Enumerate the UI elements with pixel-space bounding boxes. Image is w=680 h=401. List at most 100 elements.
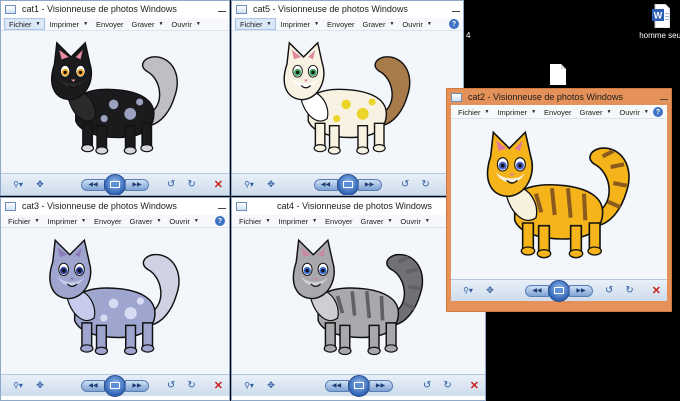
chevron-down-icon: ▼ (426, 21, 432, 27)
next-button[interactable]: ▶▶ (357, 178, 382, 191)
rotate-left-icon[interactable]: ↺ (423, 380, 431, 391)
menu-graver[interactable]: Graver ▼ (576, 106, 616, 118)
title-bar[interactable]: cat5 - Visionneuse de photos Windows (232, 1, 463, 17)
window-title: cat5 - Visionneuse de photos Windows (253, 4, 408, 14)
actual-size-icon[interactable]: ✥ (264, 178, 278, 192)
zoom-button[interactable]: ⚲▾ (7, 178, 29, 192)
previous-button[interactable]: ◀◀ (525, 284, 549, 297)
rotate-right-icon[interactable]: ↻ (421, 179, 429, 190)
help-icon[interactable]: ? (653, 107, 663, 117)
rotate-left-icon[interactable]: ↺ (401, 179, 409, 190)
menu-graver[interactable]: Graver ▼ (359, 18, 399, 30)
zoom-button[interactable]: ⚲▾ (238, 379, 260, 393)
next-button[interactable]: ▶▶ (125, 379, 149, 392)
menu-graver[interactable]: Graver ▼ (128, 18, 168, 30)
menu-imprimer[interactable]: Imprimer ▼ (274, 215, 321, 227)
desktop-stray-text: 4 (466, 31, 471, 40)
menu-imprimer[interactable]: Imprimer ▼ (276, 18, 323, 30)
help-icon[interactable]: ? (215, 216, 225, 226)
menu-fichier[interactable]: Fichier ▼ (4, 18, 46, 30)
minimize-button[interactable] (452, 11, 460, 12)
previous-button[interactable]: ◀◀ (324, 379, 349, 392)
previous-button[interactable]: ◀◀ (81, 379, 105, 392)
minimize-button[interactable] (218, 208, 226, 209)
viewer-toolbar: ⚲▾ ✥ ◀◀ ▶▶ ↺ ↻ ✕ (232, 374, 485, 397)
menu-ouvrir[interactable]: Ouvrir ▼ (167, 18, 204, 30)
rotate-right-icon[interactable]: ↻ (443, 380, 451, 391)
chevron-down-icon: ▼ (83, 21, 89, 27)
help-icon[interactable]: ? (449, 19, 459, 29)
photo-viewer-icon (451, 92, 462, 102)
menu-fichier[interactable]: Fichier ▼ (235, 18, 277, 30)
next-button[interactable]: ▶▶ (569, 284, 593, 297)
minimize-button[interactable] (218, 11, 226, 12)
chevron-down-icon: ▼ (195, 21, 201, 27)
next-button[interactable]: ▶▶ (125, 178, 149, 191)
rotate-right-icon[interactable]: ↻ (187, 380, 195, 391)
zoom-button[interactable]: ⚲▾ (7, 379, 29, 393)
title-bar[interactable]: cat3 - Visionneuse de photos Windows (1, 198, 229, 214)
actual-size-icon[interactable]: ✥ (33, 178, 47, 192)
chevron-down-icon: ▼ (484, 109, 490, 115)
slideshow-button[interactable] (336, 173, 359, 195)
slideshow-button[interactable] (548, 279, 570, 302)
photo-viewer-icon (236, 201, 247, 211)
menu-graver[interactable]: Graver ▼ (126, 215, 166, 227)
actual-size-icon[interactable]: ✥ (483, 284, 497, 298)
slideshow-button[interactable] (347, 374, 370, 397)
menu-graver[interactable]: Graver ▼ (357, 215, 397, 227)
window-cat3[interactable]: cat3 - Visionneuse de photos Windows Fic… (0, 197, 230, 401)
chevron-down-icon: ▼ (193, 218, 199, 224)
rotate-left-icon[interactable]: ↺ (167, 380, 175, 391)
menu-imprimer[interactable]: Imprimer ▼ (43, 215, 90, 227)
slideshow-button[interactable] (104, 173, 126, 195)
delete-icon[interactable]: ✕ (470, 379, 479, 392)
chevron-down-icon: ▼ (265, 218, 271, 224)
rotate-right-icon[interactable]: ↻ (187, 179, 195, 190)
menu-ouvrir[interactable]: Ouvrir ▼ (398, 18, 435, 30)
delete-icon[interactable]: ✕ (214, 379, 223, 392)
title-bar[interactable]: cat1 - Visionneuse de photos Windows (1, 1, 229, 17)
cat-illustration (49, 238, 180, 356)
menu-envoyer[interactable]: Envoyer (90, 215, 126, 227)
menu-ouvrir[interactable]: Ouvrir ▼ (615, 106, 652, 118)
menu-imprimer[interactable]: Imprimer ▼ (45, 18, 92, 30)
menu-imprimer[interactable]: Imprimer ▼ (493, 106, 540, 118)
photo-viewer-icon (236, 4, 247, 14)
chevron-down-icon: ▼ (35, 21, 41, 27)
zoom-button[interactable]: ⚲▾ (457, 284, 479, 298)
menu-fichier[interactable]: Fichier ▼ (235, 215, 274, 227)
menu-fichier[interactable]: Fichier ▼ (4, 215, 43, 227)
photo-viewer-icon (5, 4, 16, 14)
menu-envoyer[interactable]: Envoyer (323, 18, 359, 30)
menu-envoyer[interactable]: Envoyer (92, 18, 128, 30)
window-cat1[interactable]: cat1 - Visionneuse de photos Windows Fic… (0, 0, 230, 196)
menu-ouvrir[interactable]: Ouvrir ▼ (165, 215, 202, 227)
title-bar[interactable]: cat2 - Visionneuse de photos Windows (447, 89, 671, 105)
next-button[interactable]: ▶▶ (368, 379, 393, 392)
window-cat5[interactable]: cat5 - Visionneuse de photos Windows Fic… (231, 0, 464, 196)
svg-text:W: W (654, 11, 663, 21)
rotate-left-icon[interactable]: ↺ (167, 179, 175, 190)
actual-size-icon[interactable]: ✥ (264, 379, 278, 393)
delete-icon[interactable]: ✕ (652, 284, 661, 297)
menu-envoyer[interactable]: Envoyer (540, 106, 576, 118)
menu-envoyer[interactable]: Envoyer (321, 215, 357, 227)
previous-button[interactable]: ◀◀ (313, 178, 338, 191)
window-cat2[interactable]: cat2 - Visionneuse de photos Windows Fic… (446, 88, 672, 312)
minimize-button[interactable] (660, 99, 668, 100)
previous-button[interactable]: ◀◀ (81, 178, 105, 191)
rotate-right-icon[interactable]: ↻ (625, 285, 633, 296)
menu-bar: Fichier ▼ Imprimer ▼ Envoyer Graver ▼ Ouvri… (451, 105, 667, 119)
desktop-icon-file[interactable] (548, 64, 568, 85)
actual-size-icon[interactable]: ✥ (33, 379, 47, 393)
menu-fichier[interactable]: Fichier ▼ (454, 106, 493, 118)
word-document-icon: W (652, 4, 670, 28)
slideshow-button[interactable] (104, 374, 126, 397)
chevron-down-icon: ▼ (643, 109, 649, 115)
menu-ouvrir[interactable]: Ouvrir ▼ (396, 215, 433, 227)
rotate-left-icon[interactable]: ↺ (605, 285, 613, 296)
delete-icon[interactable]: ✕ (214, 178, 223, 191)
desktop-icon-word[interactable]: W homme seul (639, 4, 680, 40)
zoom-button[interactable]: ⚲▾ (238, 178, 260, 192)
